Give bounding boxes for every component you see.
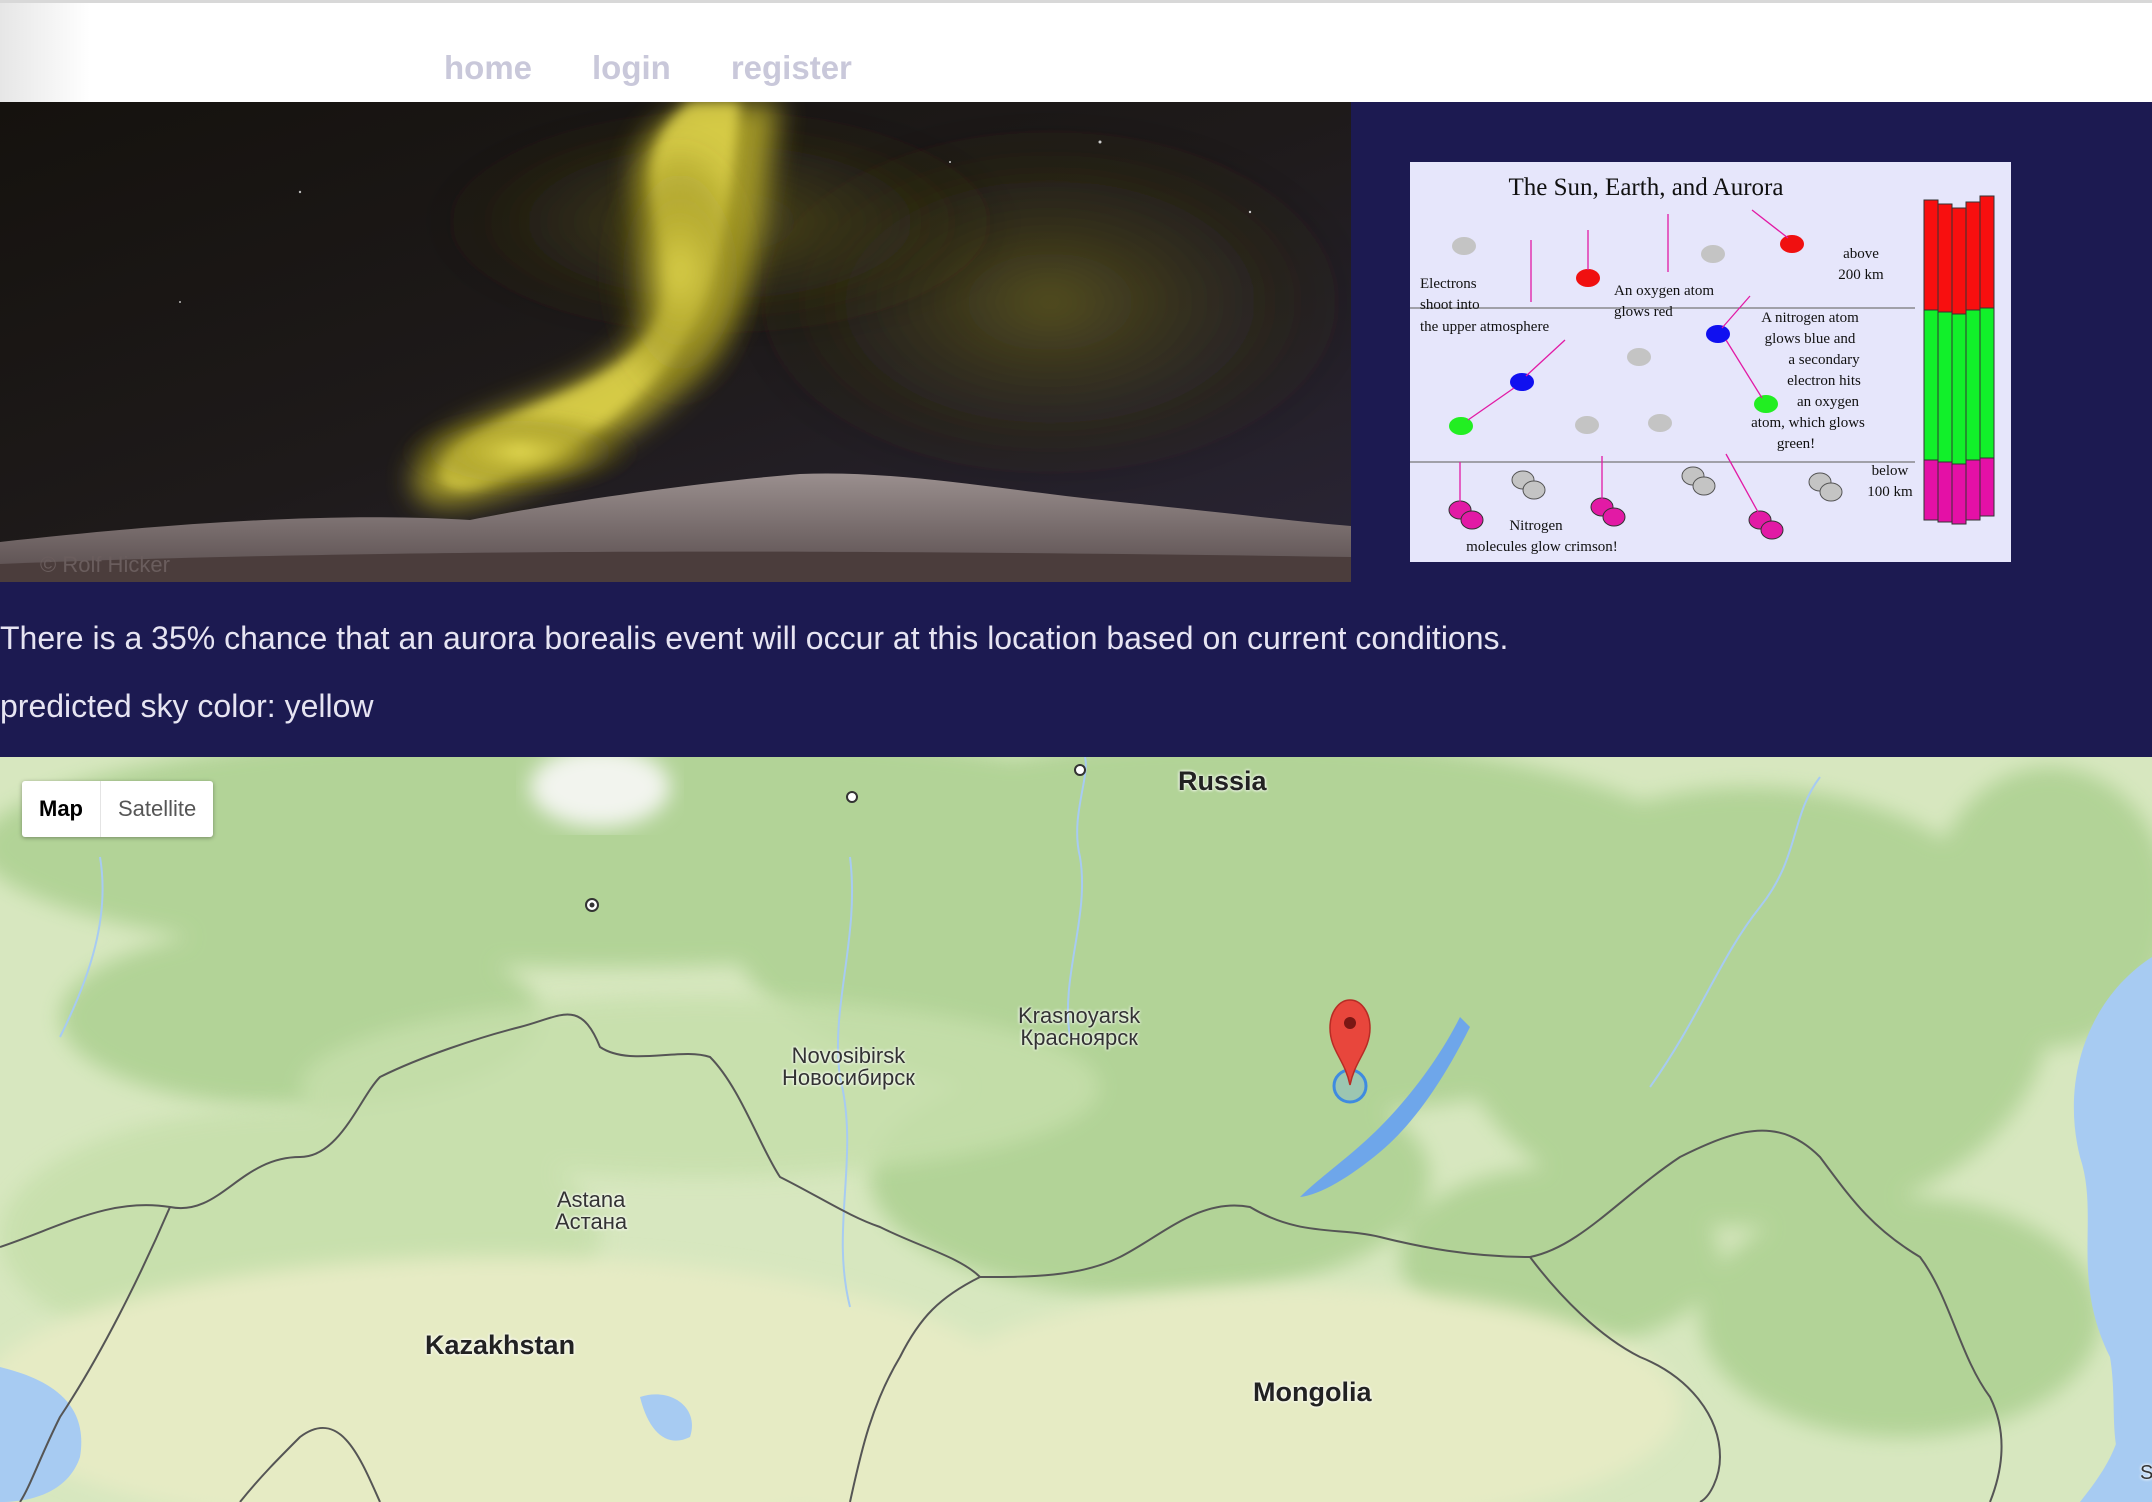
map-view-button[interactable]: Map [22, 781, 101, 837]
diagram-nitrogen-line-4: electron hits [1787, 373, 1861, 389]
nav-register-link[interactable]: register [731, 49, 852, 87]
predicted-sky-color-text: predicted sky color: yellow [0, 688, 374, 724]
location-marker-icon[interactable] [1329, 999, 1371, 1104]
diagram-nitrogen-line-2: glows blue and [1765, 331, 1856, 347]
astana-cyrillic: Астана [555, 1209, 628, 1234]
diagram-molecules-line-1: Nitrogen [1509, 518, 1563, 534]
diagram-nitrogen-line-1: A nitrogen atom [1761, 310, 1859, 326]
diagram-molecules-line-2: molecules glow crimson! [1466, 539, 1618, 555]
diagram-nitrogen-line-6: atom, which glows [1751, 415, 1865, 431]
map-label-novosibirsk: Novosibirsk Новосибирск [782, 1045, 915, 1089]
diagram-electrons-line-2: shoot into [1420, 297, 1480, 313]
location-map[interactable]: Map Satellite Russia Kazakhstan Mongolia… [0, 757, 2152, 1502]
novosibirsk-latin: Novosibirsk [791, 1043, 906, 1068]
aurora-hero-section: © Rolf Hicker The Sun, Earth, and Aurora [0, 102, 2152, 757]
diagram-above-line-2: 200 km [1838, 267, 1884, 283]
map-label-mongolia: Mongolia [1253, 1377, 1372, 1407]
novosibirsk-cyrillic: Новосибирск [782, 1065, 915, 1090]
diagram-oxygen-line-1: An oxygen atom [1614, 283, 1714, 299]
main-nav: home login register [444, 49, 852, 87]
diagram-title: The Sun, Earth, and Aurora [1509, 174, 1784, 201]
map-tiles[interactable] [0, 757, 2152, 1502]
satellite-view-button[interactable]: Satellite [101, 781, 213, 837]
map-label-astana: Astana Астана [555, 1189, 627, 1233]
krasnoyarsk-latin: Krasnoyarsk [1018, 1003, 1141, 1028]
diagram-above-line-1: above [1843, 246, 1879, 262]
map-label-russia: Russia [1178, 766, 1267, 796]
aurora-diagram-image: The Sun, Earth, and Aurora Electrons sho… [1410, 162, 2011, 562]
map-corner-label: S [2140, 1462, 2152, 1484]
krasnoyarsk-cyrillic: Красноярск [1020, 1025, 1138, 1050]
altitude-color-bars [1923, 195, 1995, 525]
nav-login-link[interactable]: login [592, 49, 671, 87]
diagram-oxygen-line-2: glows red [1614, 304, 1673, 320]
diagram-nitrogen-line-7: green! [1777, 436, 1815, 452]
nav-home-link[interactable]: home [444, 49, 532, 87]
diagram-below-line-1: below [1872, 463, 1909, 479]
aurora-photo: © Rolf Hicker [0, 102, 1351, 582]
map-label-krasnoyarsk: Krasnoyarsk Красноярск [1018, 1005, 1140, 1049]
aurora-photo-watermark: © Rolf Hicker [40, 552, 170, 577]
diagram-nitrogen-line-5: an oxygen [1797, 394, 1860, 410]
aurora-chance-text: There is a 35% chance that an aurora bor… [0, 620, 1509, 656]
diagram-below-line-2: 100 km [1867, 484, 1913, 500]
diagram-electrons-line-3: the upper atmosphere [1420, 319, 1549, 335]
map-type-control: Map Satellite [22, 781, 214, 837]
top-nav-bar: home login register [0, 0, 2152, 103]
diagram-nitrogen-line-3: a secondary [1788, 352, 1860, 368]
map-label-kazakhstan: Kazakhstan [425, 1330, 576, 1360]
diagram-electrons-line-1: Electrons [1420, 276, 1477, 292]
astana-latin: Astana [556, 1187, 626, 1212]
nav-left-shade [0, 3, 90, 103]
